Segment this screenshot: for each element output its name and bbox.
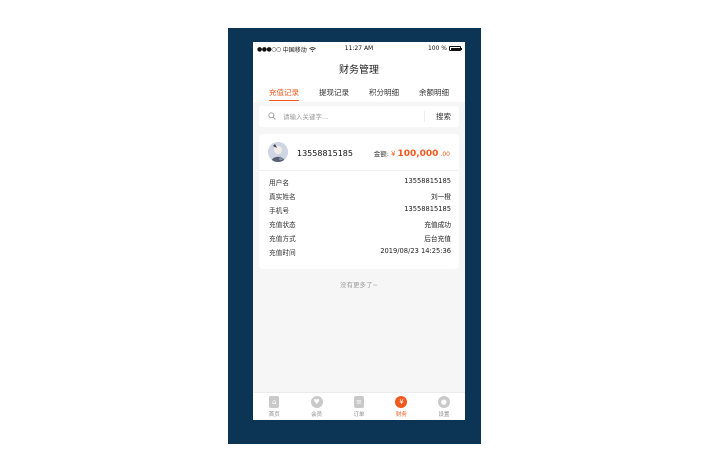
battery-icon <box>449 46 462 51</box>
detail-row-status: 充值状态 充值成功 <box>269 219 451 233</box>
tab-withdraw-records[interactable]: 提现记录 <box>319 82 349 102</box>
app-header: 财务管理 <box>253 54 465 82</box>
tabbar-item-order[interactable]: ≡ 订单 <box>338 393 380 420</box>
search-icon <box>268 112 276 120</box>
amount-decimal: .00 <box>440 151 450 158</box>
tabbar-label: 财务 <box>395 412 407 418</box>
tabbar-label: 首页 <box>268 412 280 418</box>
avatar-image <box>268 142 288 162</box>
yen-icon: ¥ <box>395 396 408 408</box>
tabbar-item-settings[interactable]: ● 设置 <box>423 393 465 420</box>
tabbar-label: 订单 <box>353 412 365 418</box>
detail-value: 13558815185 <box>404 205 451 213</box>
search-bar: 搜索 <box>259 106 459 127</box>
page-title: 财务管理 <box>339 65 379 76</box>
tabbar-label: 会员 <box>311 412 323 418</box>
bottom-tab-bar: ⌂ 首页 ♥ 会员 ≡ 订单 ¥ 财务 ● 设置 <box>253 392 465 420</box>
tabbar-item-finance[interactable]: ¥ 财务 <box>380 393 422 420</box>
tab-balance-details[interactable]: 余额明细 <box>419 82 449 102</box>
search-button[interactable]: 搜索 <box>436 111 451 122</box>
member-icon: ♥ <box>310 396 323 408</box>
detail-value: 2019/08/23 14:25:36 <box>380 247 451 255</box>
detail-label: 充值时间 <box>269 249 296 257</box>
detail-value: 后台充值 <box>424 235 451 243</box>
finance-tabs: 充值记录 提现记录 积分明细 余额明细 <box>253 82 465 102</box>
record-amount: 金额: ¥100,000.00 <box>374 148 450 159</box>
record-details: 用户名 13558815185 真实姓名 刘一橙 手机号 13558815185… <box>269 177 451 261</box>
detail-row-real-name: 真实姓名 刘一橙 <box>269 191 451 205</box>
tabbar-item-member[interactable]: ♥ 会员 <box>295 393 337 420</box>
avatar <box>268 142 288 162</box>
battery-info: 100 % <box>427 45 462 52</box>
search-input[interactable] <box>283 110 423 123</box>
status-bar: ●●●○○ 中国移动 11:27 AM 100 % <box>253 42 465 54</box>
amount-currency: ¥ <box>390 150 396 158</box>
no-more-text: 没有更多了~ <box>340 281 378 289</box>
detail-label: 充值状态 <box>269 221 296 229</box>
detail-label: 手机号 <box>269 207 290 215</box>
phone-screen: ●●●○○ 中国移动 11:27 AM 100 % 财务管理 充值记录 提现记录… <box>253 42 465 420</box>
detail-value: 充值成功 <box>424 221 451 229</box>
tab-points-details[interactable]: 积分明细 <box>369 82 399 102</box>
detail-label: 用户名 <box>269 179 290 187</box>
detail-row-phone: 手机号 13558815185 <box>269 205 451 219</box>
tabbar-item-home[interactable]: ⌂ 首页 <box>253 393 295 420</box>
order-icon: ≡ <box>354 396 365 408</box>
tab-recharge-records[interactable]: 充值记录 <box>269 82 299 102</box>
tabbar-label: 设置 <box>438 412 450 418</box>
detail-value: 刘一橙 <box>430 193 451 201</box>
amount-label: 金额: <box>373 150 389 158</box>
detail-row-method: 充值方式 后台充值 <box>269 233 451 247</box>
recharge-record-card[interactable]: 13558815185 金额: ¥100,000.00 用户名 13558815… <box>259 134 459 269</box>
battery-percent: 100 % <box>427 45 447 52</box>
detail-label: 充值方式 <box>269 235 296 243</box>
settings-icon: ● <box>437 396 450 408</box>
detail-value: 13558815185 <box>404 177 451 185</box>
home-icon: ⌂ <box>269 396 280 408</box>
detail-row-username: 用户名 13558815185 <box>269 177 451 191</box>
card-divider <box>259 170 459 171</box>
search-divider <box>424 111 425 122</box>
record-phone: 13558815185 <box>297 149 353 158</box>
detail-row-time: 充值时间 2019/08/23 14:25:36 <box>269 247 451 261</box>
detail-label: 真实姓名 <box>269 193 296 201</box>
amount-value: 100,000 <box>397 149 439 159</box>
